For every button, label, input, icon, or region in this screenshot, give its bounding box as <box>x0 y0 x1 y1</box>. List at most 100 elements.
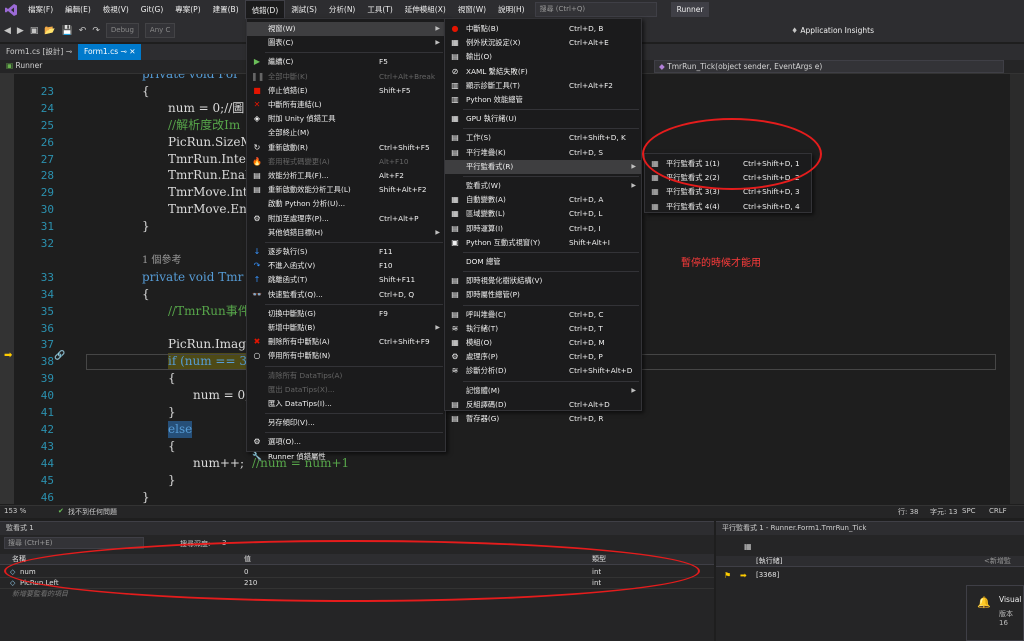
windows-menu-item[interactable]: ≋ 執行緒(T) Ctrl+D, T <box>445 322 641 336</box>
debug-menu-item[interactable]: ▤ 效能分析工具(F)... Alt+F2 <box>247 169 445 183</box>
windows-menu-item[interactable]: ⊘ XAML 繫結失敗(F) <box>445 65 641 79</box>
debug-menu-item[interactable]: 其他偵錯目標(H) ▶ <box>247 226 445 240</box>
open-icon[interactable]: 📂 <box>44 26 55 36</box>
tab-form1-cs[interactable]: Form1.cs ⊸ ✕ <box>78 44 142 60</box>
pin-icon[interactable]: ⊸ <box>121 47 127 56</box>
code-line[interactable]: //TmrRun事件 <box>168 303 250 320</box>
windows-menu-item[interactable]: ▦ 例外狀況設定(X) Ctrl+Alt+E <box>445 36 641 50</box>
add-parallel-watch[interactable]: <新增監 <box>984 556 1011 567</box>
debug-menu-item[interactable]: ▤ 重新啟動效能分析工具(L) Shift+Alt+F2 <box>247 183 445 197</box>
windows-menu-item[interactable]: ▤ 反組譯碼(D) Ctrl+Alt+D <box>445 398 641 412</box>
code-line[interactable]: //解析度改Im <box>168 117 240 134</box>
windows-menu-item[interactable]: ▦ 模組(O) Ctrl+D, M <box>445 336 641 350</box>
windows-menu-item[interactable]: ≋ 診斷分析(D) Ctrl+Shift+Alt+D <box>445 364 641 378</box>
grid-options-icon[interactable]: ▦ <box>744 542 752 551</box>
code-line[interactable]: PicRun.SizeM <box>168 134 253 151</box>
code-line[interactable]: TmrMove.Inte <box>168 184 255 201</box>
code-line[interactable]: } <box>168 404 176 421</box>
windows-menu-item[interactable]: ▤ 即時視覺化樹狀結構(V) <box>445 274 641 288</box>
debug-menu-item[interactable]: 🔧 Runner 偵錯屬性 <box>247 450 445 464</box>
issues-status[interactable]: 找不到任何問題 <box>68 507 117 517</box>
platform-select[interactable]: Any C <box>144 23 176 38</box>
project-name-button[interactable]: Runner <box>670 2 710 17</box>
menu-item-8[interactable]: 分析(N) <box>323 0 361 19</box>
flag-icon[interactable]: ⚑ <box>724 571 731 580</box>
menu-debug[interactable]: 偵錯(D) <box>244 0 286 19</box>
debug-menu-item[interactable]: 🔥 套用程式碼變更(A) Alt+F10 <box>247 155 445 169</box>
project-dropdown[interactable]: ▣ Runner <box>6 61 42 70</box>
save-icon[interactable]: 💾 <box>62 26 73 36</box>
windows-menu-item[interactable]: ▤ 平行堆疊(K) Ctrl+D, S <box>445 146 641 160</box>
debug-menu-item[interactable]: ▶ 繼續(C) F5 <box>247 55 445 69</box>
menu-item-1[interactable]: 編輯(E) <box>59 0 97 19</box>
code-line[interactable]: { <box>168 438 176 455</box>
debug-menu-item[interactable]: ■ 停止偵錯(E) Shift+F5 <box>247 84 445 98</box>
parallel-menu-item[interactable]: ▦ 平行監看式 4(4) Ctrl+Shift+D, 4 <box>645 200 811 214</box>
undo-icon[interactable]: ↶ <box>79 26 87 36</box>
menu-item-2[interactable]: 檢視(V) <box>97 0 135 19</box>
code-line[interactable]: { <box>168 370 176 387</box>
code-line[interactable]: else <box>168 420 193 438</box>
debug-menu-item[interactable]: ◈ 附加 Unity 偵錯工具 <box>247 112 445 126</box>
code-line[interactable]: num = 0;//圖 <box>168 100 244 117</box>
code-line[interactable]: { <box>142 83 150 100</box>
menu-item-5[interactable]: 建置(B) <box>207 0 245 19</box>
new-item-icon[interactable]: ▣ <box>30 26 39 36</box>
windows-menu-item[interactable]: ▣ Python 互動式視窗(Y) Shift+Alt+I <box>445 236 641 250</box>
windows-menu-item[interactable]: ▥ 顯示診斷工具(T) Ctrl+Alt+F2 <box>445 79 641 93</box>
application-insights-button[interactable]: ♦ Application Insights <box>791 26 874 35</box>
debug-menu-item[interactable]: 圖表(C) ▶ <box>247 36 445 50</box>
windows-menu-item[interactable]: DOM 總管 <box>445 255 641 269</box>
code-line[interactable]: TmrRun.Inter <box>168 151 252 168</box>
windows-menu-item[interactable]: ▤ 暫存器(G) Ctrl+D, R <box>445 412 641 426</box>
code-line[interactable]: num++; <box>193 455 244 472</box>
debug-menu-item[interactable]: ⚙ 附加至處理序(P)... Ctrl+Alt+P <box>247 212 445 226</box>
windows-menu-item[interactable]: ● 中斷點(B) Ctrl+D, B <box>445 22 641 36</box>
debug-menu-item[interactable]: ↑ 跳離函式(T) Shift+F11 <box>247 273 445 287</box>
debug-menu-item[interactable]: 另存傾印(V)... <box>247 416 445 430</box>
debug-menu-item[interactable]: ↷ 不進入函式(V) F10 <box>247 259 445 273</box>
redo-icon[interactable]: ↷ <box>92 26 100 36</box>
menu-item-4[interactable]: 專案(P) <box>169 0 206 19</box>
code-line[interactable]: } <box>142 489 150 505</box>
debug-menu-item[interactable]: ↻ 重新啟動(R) Ctrl+Shift+F5 <box>247 141 445 155</box>
windows-menu-item[interactable]: 平行監看式(R) ▶ <box>445 159 641 174</box>
zoom-level[interactable]: 153 % <box>4 507 26 515</box>
windows-menu-item[interactable]: ▤ 工作(S) Ctrl+Shift+D, K <box>445 131 641 145</box>
debug-menu-item[interactable]: ↓ 逐步執行(S) F11 <box>247 245 445 259</box>
windows-menu-item[interactable]: ▤ 即時屬性總管(P) <box>445 288 641 302</box>
col-thread[interactable]: [執行緒] <box>756 556 782 567</box>
code-line[interactable]: PicRun.Image <box>168 336 253 353</box>
menu-item-0[interactable]: 檔案(F) <box>22 0 59 19</box>
menu-item-3[interactable]: Git(G) <box>135 0 170 19</box>
pin-icon[interactable]: 🔗 <box>54 351 65 361</box>
forward-icon[interactable]: ▶ <box>17 26 24 36</box>
menu-item-11[interactable]: 視窗(W) <box>452 0 492 19</box>
code-line[interactable]: } <box>142 218 150 235</box>
debug-menu-item[interactable]: ✕ 中斷所有連結(L) <box>247 98 445 112</box>
code-line[interactable]: num = 0; <box>193 387 249 404</box>
debug-menu-item[interactable]: 新增中斷點(B) ▶ <box>247 321 445 335</box>
editor-vertical-scrollbar[interactable] <box>1010 74 1024 504</box>
windows-menu-item[interactable]: ▦ GPU 執行緒(U) <box>445 112 641 126</box>
debug-menu-item[interactable]: 視窗(W) ▶ <box>247 22 445 36</box>
code-line[interactable]: } <box>168 472 176 489</box>
back-icon[interactable]: ◀ <box>4 26 11 36</box>
windows-menu-item[interactable]: 記憶體(M) ▶ <box>445 384 641 398</box>
debug-menu-item[interactable]: 匯入 DataTips(I)... <box>247 397 445 411</box>
debug-menu-item[interactable]: 全部終止(M) <box>247 126 445 140</box>
menu-item-7[interactable]: 測試(S) <box>285 0 323 19</box>
windows-menu-item[interactable]: ▦ 區域變數(L) Ctrl+D, L <box>445 207 641 221</box>
menu-item-12[interactable]: 說明(H) <box>492 0 531 19</box>
code-reference-count[interactable]: 1 個參考 <box>142 252 182 269</box>
line-ending[interactable]: CRLF <box>989 507 1007 515</box>
notification-toast[interactable]: 🔔 Visual 版本 16 <box>966 585 1024 641</box>
config-select[interactable]: Debug <box>105 23 139 38</box>
code-line[interactable]: private void For <box>142 74 239 83</box>
menu-item-10[interactable]: 延伸模組(X) <box>399 0 452 19</box>
debug-menu-item[interactable]: 匯出 DataTips(X)... <box>247 383 445 397</box>
search-input[interactable]: 搜尋 (Ctrl+Q) <box>534 2 657 17</box>
windows-menu-item[interactable]: ⚙ 處理序(P) Ctrl+D, P <box>445 350 641 364</box>
windows-menu-item[interactable]: ▤ 即時運算(I) Ctrl+D, I <box>445 222 641 236</box>
code-line[interactable]: TmrRun.Enabl <box>168 167 257 184</box>
